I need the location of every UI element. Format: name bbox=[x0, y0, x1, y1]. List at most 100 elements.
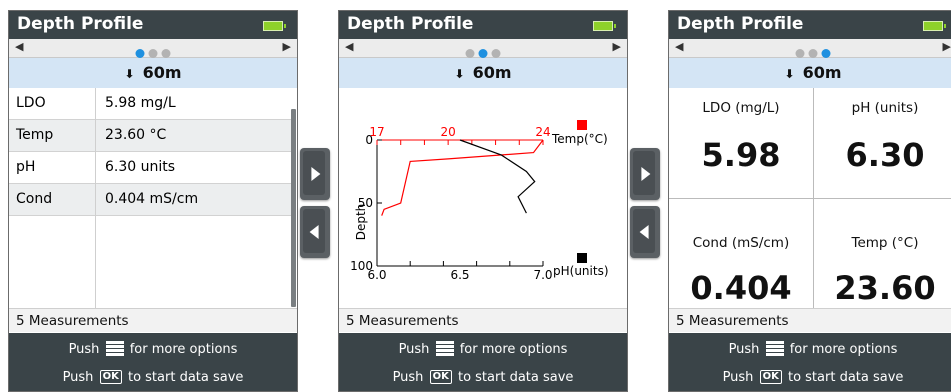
cell-value: 6.30 bbox=[845, 136, 925, 174]
top-tick-label: 17 bbox=[369, 125, 384, 139]
depth-value: 60m bbox=[802, 63, 842, 82]
menu-icon bbox=[765, 341, 784, 356]
save-hint: Push OK to start data save bbox=[392, 369, 574, 385]
menu-icon bbox=[435, 341, 454, 356]
series-line-ph bbox=[459, 139, 536, 214]
page-dot-2 bbox=[478, 49, 488, 58]
instruction-bar: Push for more options Push OK to start d… bbox=[669, 333, 951, 391]
row-value: 6.30 units bbox=[105, 159, 176, 175]
legend-label-temp: Temp(°C) bbox=[551, 132, 608, 146]
page-dot-3 bbox=[161, 49, 171, 58]
down-arrow-icon: ⬇ bbox=[454, 67, 465, 81]
next-page-arrow-icon[interactable]: ▶ bbox=[613, 40, 621, 53]
value-cell-ldo: LDO (mg/L) 5.98 bbox=[669, 88, 813, 198]
top-tick-label: 24 bbox=[535, 125, 550, 139]
depth-profile-chart: 05010017 20 246.0 6.5 7.0DepthTemp(°C)pH(uni… bbox=[350, 120, 609, 282]
measurement-table: LDO 5.98 mg/L Temp 23.60 °C pH 6.30 units C… bbox=[9, 88, 291, 308]
table-row: Temp 23.60 °C bbox=[9, 120, 291, 152]
row-label: Temp bbox=[16, 127, 54, 143]
down-arrow-icon: ⬇ bbox=[784, 67, 795, 81]
page-nav: ◀ ▶ bbox=[669, 39, 951, 58]
prev-page-arrow-icon[interactable]: ◀ bbox=[15, 40, 23, 53]
depth-bar: ⬇ 60m bbox=[9, 58, 297, 88]
screen-title: Depth Profile bbox=[347, 14, 474, 34]
page-dot-3 bbox=[821, 49, 831, 58]
measurement-count: 5 Measurements bbox=[669, 308, 951, 332]
depth-bar: ⬇ 60m bbox=[669, 58, 951, 88]
table-row: pH 6.30 units bbox=[9, 152, 291, 184]
title-bar: Depth Profile bbox=[669, 11, 951, 39]
chart-axes bbox=[376, 139, 544, 267]
prev-page-arrow-icon[interactable]: ◀ bbox=[345, 40, 353, 53]
cell-label: Cond (mS/cm) bbox=[692, 235, 790, 251]
page-nav: ◀ ▶ bbox=[9, 39, 297, 58]
row-label: LDO bbox=[16, 95, 46, 111]
options-hint: Push for more options bbox=[68, 341, 238, 357]
value-cell-temp: Temp (°C) 23.60 bbox=[813, 199, 951, 309]
grid-divider-v bbox=[813, 88, 814, 308]
cell-label: pH (units) bbox=[851, 100, 919, 116]
save-hint: Push OK to start data save bbox=[62, 369, 244, 385]
legend-label-ph: pH(units) bbox=[553, 264, 609, 278]
prev-screen-button[interactable] bbox=[300, 206, 330, 258]
grid-divider-h bbox=[669, 198, 951, 199]
chart-series bbox=[381, 139, 544, 216]
cell-label: Temp (°C) bbox=[851, 235, 919, 251]
next-page-arrow-icon[interactable]: ▶ bbox=[943, 40, 951, 53]
bottom-tick-label: 7.0 bbox=[533, 268, 552, 282]
prev-page-arrow-icon[interactable]: ◀ bbox=[675, 40, 683, 53]
table-row: LDO 5.98 mg/L bbox=[9, 88, 291, 120]
depth-value: 60m bbox=[472, 63, 512, 82]
save-hint: Push OK to start data save bbox=[722, 369, 904, 385]
row-label: pH bbox=[16, 159, 36, 175]
next-screen-button[interactable] bbox=[300, 148, 330, 200]
bottom-tick-label: 6.0 bbox=[367, 268, 386, 282]
bottom-tick-label: 6.5 bbox=[450, 268, 469, 282]
cell-label: LDO (mg/L) bbox=[702, 100, 780, 116]
cell-value: 0.404 bbox=[690, 269, 792, 307]
ok-key-icon: OK bbox=[759, 369, 782, 384]
ok-key-icon: OK bbox=[429, 369, 452, 384]
battery-icon bbox=[593, 21, 616, 31]
down-arrow-icon: ⬇ bbox=[124, 67, 135, 81]
legend-swatch-ph bbox=[577, 253, 587, 263]
measurement-count: 5 Measurements bbox=[9, 308, 297, 332]
ok-key-icon: OK bbox=[99, 369, 122, 384]
page-dot-1 bbox=[135, 49, 145, 58]
next-screen-button[interactable] bbox=[630, 148, 660, 200]
battery-icon bbox=[923, 21, 946, 31]
table-row: Cond 0.404 mS/cm bbox=[9, 184, 291, 216]
row-value: 5.98 mg/L bbox=[105, 95, 176, 111]
top-tick-label: 20 bbox=[441, 125, 456, 139]
scrollbar[interactable] bbox=[291, 109, 296, 307]
title-bar: Depth Profile bbox=[339, 11, 627, 39]
page-dot-2 bbox=[808, 49, 818, 58]
left-arrow-icon bbox=[309, 225, 319, 239]
page-nav: ◀ ▶ bbox=[339, 39, 627, 58]
screen-title: Depth Profile bbox=[17, 14, 144, 34]
instruction-bar: Push for more options Push OK to start d… bbox=[339, 333, 627, 391]
instruction-bar: Push for more options Push OK to start d… bbox=[9, 333, 297, 391]
column-divider bbox=[95, 88, 96, 308]
title-bar: Depth Profile bbox=[9, 11, 297, 39]
right-arrow-icon bbox=[641, 167, 651, 181]
page-dot-2 bbox=[148, 49, 158, 58]
depth-bar: ⬇ 60m bbox=[339, 58, 627, 88]
page-dot-3 bbox=[491, 49, 501, 58]
row-label: Cond bbox=[16, 191, 53, 207]
screen-table-view: Depth Profile ◀ ▶ ⬇ 60m LDO 5.98 mg/L Temp… bbox=[8, 10, 298, 392]
value-cell-ph: pH (units) 6.30 bbox=[813, 88, 951, 198]
options-hint: Push for more options bbox=[728, 341, 898, 357]
menu-icon bbox=[105, 341, 124, 356]
prev-screen-button[interactable] bbox=[630, 206, 660, 258]
cell-value: 23.60 bbox=[834, 269, 936, 307]
depth-value: 60m bbox=[142, 63, 182, 82]
screen-graph-view: Depth Profile ◀ ▶ ⬇ 60m 0 50 100 17 20 24 6.0 6.… bbox=[338, 10, 628, 392]
page-dot-1 bbox=[465, 49, 475, 58]
next-page-arrow-icon[interactable]: ▶ bbox=[283, 40, 291, 53]
series-line-temp bbox=[381, 139, 544, 216]
page-dot-1 bbox=[795, 49, 805, 58]
screen-large-values-view: Depth Profile ◀ ▶ ⬇ 60m LDO (mg/L) 5.98 pH… bbox=[668, 10, 951, 392]
measurement-count: 5 Measurements bbox=[339, 308, 627, 332]
cell-value: 5.98 bbox=[701, 136, 781, 174]
